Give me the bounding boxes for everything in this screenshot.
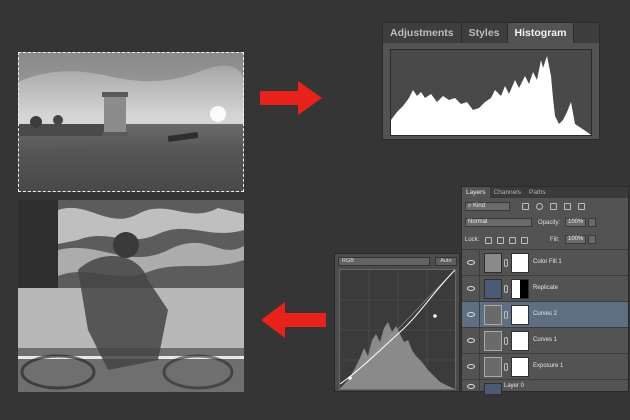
layer-mask-thumbnail — [511, 279, 529, 299]
adjustment-filter-icon[interactable] — [536, 203, 543, 210]
tab-layers[interactable]: Layers — [462, 187, 490, 198]
curves-properties-panel: RGB Auto — [334, 253, 460, 392]
filter-kind-label: Kind — [473, 203, 486, 209]
layer-color-fill-1[interactable]: Color Fill 1 — [462, 249, 628, 276]
layer-mask-thumbnail — [511, 253, 529, 273]
layer-name: Curves 2 — [533, 311, 558, 317]
shape-filter-icon[interactable] — [564, 203, 571, 210]
curves-adjustment-icon — [484, 305, 502, 325]
lock-image-icon[interactable] — [497, 237, 504, 244]
tab-histogram[interactable]: Histogram — [507, 23, 575, 43]
link-icon — [504, 363, 508, 371]
link-icon — [504, 337, 508, 345]
layer-exposure-1[interactable]: Exposure 1 — [462, 353, 628, 380]
layer-replicate[interactable]: Replicate — [462, 275, 628, 302]
layer-name: Curves 1 — [533, 337, 558, 343]
opacity-field[interactable]: 100% — [565, 218, 586, 227]
arrow-left-icon — [261, 302, 326, 338]
type-filter-icon[interactable] — [550, 203, 557, 210]
image-thumbnail — [484, 383, 502, 395]
layer-curves-2[interactable]: Curves 2 — [462, 301, 628, 328]
lock-all-icon[interactable] — [521, 237, 528, 244]
adjusted-photo — [18, 200, 244, 392]
visibility-eye-icon[interactable] — [467, 286, 475, 291]
fill-label: Fill: — [550, 237, 560, 243]
layer-mask-thumbnail — [511, 357, 529, 377]
auto-button[interactable]: Auto — [435, 257, 457, 266]
layer-name: Layer 0 — [504, 383, 525, 389]
layers-panel: Layers Channels Paths ⌕ Kind Normal Opac… — [461, 186, 629, 395]
link-icon — [504, 285, 508, 293]
visibility-eye-icon[interactable] — [467, 260, 475, 265]
layers-panel-tabs: Layers Channels Paths — [462, 187, 628, 198]
blend-mode-select[interactable]: Normal — [465, 218, 532, 227]
fill-field[interactable]: 100% — [565, 235, 586, 244]
layer-curves-1[interactable]: Curves 1 — [462, 327, 628, 354]
histogram-panel-tabs: Adjustments Styles Histogram — [383, 23, 599, 43]
smart-object-filter-icon[interactable] — [578, 203, 585, 210]
visibility-eye-icon[interactable] — [467, 338, 475, 343]
pixel-filter-icon[interactable] — [522, 203, 529, 210]
exposure-adjustment-icon — [484, 357, 502, 377]
layer-filter-kind[interactable]: ⌕ Kind — [465, 202, 510, 211]
tab-adjustments[interactable]: Adjustments — [383, 23, 462, 43]
link-icon — [504, 311, 508, 319]
lock-position-icon[interactable] — [509, 237, 516, 244]
histogram-graph — [390, 49, 592, 136]
arrow-right-icon — [260, 81, 322, 115]
lock-transparent-icon[interactable] — [485, 237, 492, 244]
channel-select[interactable]: RGB — [338, 257, 430, 266]
image-thumbnail — [484, 279, 502, 299]
color-fill-thumbnail — [484, 253, 502, 273]
curves-graph[interactable] — [339, 269, 456, 390]
visibility-eye-icon[interactable] — [467, 312, 475, 317]
selection-marquee — [18, 52, 244, 192]
link-icon — [504, 259, 508, 267]
histogram-panel: Adjustments Styles Histogram — [382, 22, 600, 140]
curves-adjustment-icon — [484, 331, 502, 351]
visibility-eye-icon[interactable] — [467, 364, 475, 369]
layer-mask-thumbnail — [511, 305, 529, 325]
layer-mask-thumbnail — [511, 331, 529, 351]
lock-label: Lock: — [465, 237, 480, 243]
layer-name: Replicate — [533, 285, 559, 291]
layer-name: Color Fill 1 — [533, 259, 562, 265]
opacity-dropdown-icon[interactable] — [588, 218, 596, 227]
visibility-eye-icon[interactable] — [467, 384, 475, 389]
layer-name: Exposure 1 — [533, 363, 564, 369]
fill-dropdown-icon[interactable] — [588, 235, 596, 244]
tab-styles[interactable]: Styles — [462, 23, 508, 43]
tab-channels[interactable]: Channels — [490, 187, 525, 198]
tab-paths[interactable]: Paths — [525, 187, 550, 198]
layer-layer-0[interactable]: Layer 0 — [462, 379, 628, 395]
